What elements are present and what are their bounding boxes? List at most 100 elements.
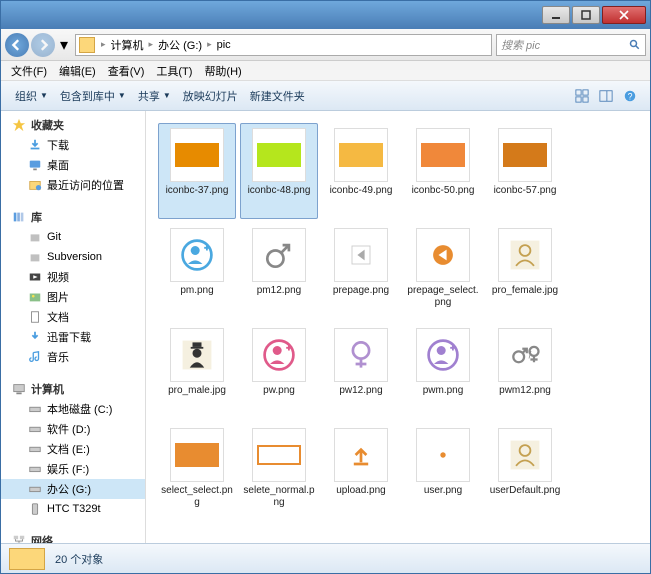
menubar: 文件(F) 编辑(E) 查看(V) 工具(T) 帮助(H) bbox=[1, 61, 650, 81]
toolbar-share[interactable]: 共享▼ bbox=[132, 88, 177, 104]
file-item[interactable]: iconbc-57.png bbox=[486, 123, 564, 219]
menu-edit[interactable]: 编辑(E) bbox=[53, 63, 102, 79]
file-thumbnail bbox=[498, 428, 552, 482]
file-item[interactable]: selete_normal.png bbox=[240, 423, 318, 519]
sidebar-favorites-header[interactable]: 收藏夹 bbox=[1, 115, 145, 135]
file-name: pw.png bbox=[263, 385, 295, 397]
sidebar-item-git[interactable]: Git bbox=[1, 227, 145, 247]
file-item[interactable]: iconbc-37.png bbox=[158, 123, 236, 219]
file-name: iconbc-37.png bbox=[166, 185, 229, 197]
file-thumbnail bbox=[252, 428, 306, 482]
sidebar-item-downloads[interactable]: 下载 bbox=[1, 135, 145, 155]
file-name: iconbc-49.png bbox=[330, 185, 393, 197]
sidebar-item-xunlei[interactable]: 迅雷下载 bbox=[1, 327, 145, 347]
file-thumbnail bbox=[334, 128, 388, 182]
breadcrumb-item[interactable]: 计算机 bbox=[109, 37, 146, 53]
minimize-button[interactable] bbox=[542, 6, 570, 24]
sidebar: 收藏夹 下载 桌面 最近访问的位置 库 Git Subversion 视频 图片… bbox=[1, 111, 146, 543]
file-thumbnail bbox=[416, 428, 470, 482]
file-name: selete_normal.png bbox=[243, 485, 315, 508]
sidebar-item-drive-e[interactable]: 文档 (E:) bbox=[1, 439, 145, 459]
file-thumbnail bbox=[170, 328, 224, 382]
breadcrumb[interactable]: ▸ 计算机 ▸ 办公 (G:) ▸ pic bbox=[75, 34, 492, 56]
nav-history-dropdown[interactable]: ▾ bbox=[57, 35, 71, 55]
file-thumbnail bbox=[334, 428, 388, 482]
file-item[interactable]: /pwm12.png bbox=[486, 323, 564, 419]
sidebar-item-pictures[interactable]: 图片 bbox=[1, 287, 145, 307]
file-name: userDefault.png bbox=[490, 485, 561, 497]
file-thumbnail bbox=[498, 228, 552, 282]
file-item[interactable]: iconbc-49.png bbox=[322, 123, 400, 219]
back-button[interactable] bbox=[5, 33, 29, 57]
view-options-button[interactable] bbox=[571, 86, 593, 106]
file-thumbnail bbox=[252, 328, 306, 382]
file-item[interactable]: pro_female.jpg bbox=[486, 223, 564, 319]
help-button[interactable]: ? bbox=[619, 86, 641, 106]
file-name: iconbc-57.png bbox=[494, 185, 557, 197]
file-item[interactable]: pw.png bbox=[240, 323, 318, 419]
sidebar-item-recent[interactable]: 最近访问的位置 bbox=[1, 175, 145, 195]
close-button[interactable] bbox=[602, 6, 646, 24]
preview-pane-button[interactable] bbox=[595, 86, 617, 106]
file-item[interactable]: prepage.png bbox=[322, 223, 400, 319]
file-item[interactable]: pm.png bbox=[158, 223, 236, 319]
file-item[interactable]: pw12.png bbox=[322, 323, 400, 419]
file-name: user.png bbox=[424, 485, 462, 497]
file-item[interactable]: iconbc-50.png bbox=[404, 123, 482, 219]
titlebar bbox=[1, 1, 650, 29]
file-name: pro_female.jpg bbox=[492, 285, 558, 297]
sidebar-item-htc[interactable]: HTC T329t bbox=[1, 499, 145, 519]
sidebar-item-drive-c[interactable]: 本地磁盘 (C:) bbox=[1, 399, 145, 419]
sidebar-item-drive-d[interactable]: 软件 (D:) bbox=[1, 419, 145, 439]
sidebar-item-desktop[interactable]: 桌面 bbox=[1, 155, 145, 175]
file-item[interactable]: prepage_select.png bbox=[404, 223, 482, 319]
sidebar-item-videos[interactable]: 视频 bbox=[1, 267, 145, 287]
sidebar-item-music[interactable]: 音乐 bbox=[1, 347, 145, 367]
file-name: pw12.png bbox=[339, 385, 382, 397]
menu-file[interactable]: 文件(F) bbox=[5, 63, 53, 79]
file-item[interactable]: upload.png bbox=[322, 423, 400, 519]
sidebar-item-drive-g[interactable]: 办公 (G:) bbox=[1, 479, 145, 499]
sidebar-computer-header[interactable]: 计算机 bbox=[1, 379, 145, 399]
file-thumbnail bbox=[170, 428, 224, 482]
menu-view[interactable]: 查看(V) bbox=[102, 63, 151, 79]
menu-help[interactable]: 帮助(H) bbox=[198, 63, 247, 79]
file-thumbnail bbox=[498, 128, 552, 182]
breadcrumb-item[interactable]: 办公 (G:) bbox=[156, 37, 204, 53]
file-name: iconbc-50.png bbox=[412, 185, 475, 197]
file-name: pm.png bbox=[180, 285, 213, 297]
file-thumbnail bbox=[170, 228, 224, 282]
toolbar-slideshow[interactable]: 放映幻灯片 bbox=[177, 88, 244, 104]
file-name: select_select.png bbox=[161, 485, 233, 508]
sidebar-item-svn[interactable]: Subversion bbox=[1, 247, 145, 267]
file-item[interactable]: pwm.png bbox=[404, 323, 482, 419]
toolbar: 组织▼ 包含到库中▼ 共享▼ 放映幻灯片 新建文件夹 ? bbox=[1, 81, 650, 111]
file-item[interactable]: userDefault.png bbox=[486, 423, 564, 519]
sidebar-network-header[interactable]: 网络 bbox=[1, 531, 145, 543]
file-name: pm12.png bbox=[257, 285, 301, 297]
folder-icon bbox=[79, 37, 95, 53]
file-item[interactable]: iconbc-48.png bbox=[240, 123, 318, 219]
svg-text:?: ? bbox=[628, 91, 633, 101]
file-item[interactable]: user.png bbox=[404, 423, 482, 519]
file-item[interactable]: pm12.png bbox=[240, 223, 318, 319]
file-thumbnail bbox=[252, 228, 306, 282]
sidebar-item-documents[interactable]: 文档 bbox=[1, 307, 145, 327]
sidebar-libraries-header[interactable]: 库 bbox=[1, 207, 145, 227]
file-grid[interactable]: iconbc-37.png iconbc-48.png iconbc-49.png i… bbox=[146, 111, 650, 543]
maximize-button[interactable] bbox=[572, 6, 600, 24]
search-input[interactable]: 搜索 pic bbox=[496, 34, 646, 56]
breadcrumb-item[interactable]: pic bbox=[215, 39, 233, 51]
sidebar-item-drive-f[interactable]: 娱乐 (F:) bbox=[1, 459, 145, 479]
toolbar-include[interactable]: 包含到库中▼ bbox=[54, 88, 132, 104]
toolbar-newfolder[interactable]: 新建文件夹 bbox=[244, 88, 311, 104]
file-thumbnail bbox=[334, 328, 388, 382]
file-name: prepage.png bbox=[333, 285, 389, 297]
forward-button[interactable] bbox=[31, 33, 55, 57]
file-thumbnail bbox=[416, 328, 470, 382]
menu-tools[interactable]: 工具(T) bbox=[150, 63, 198, 79]
file-item[interactable]: pro_male.jpg bbox=[158, 323, 236, 419]
file-name: pwm12.png bbox=[499, 385, 551, 397]
toolbar-organize[interactable]: 组织▼ bbox=[9, 88, 54, 104]
file-item[interactable]: select_select.png bbox=[158, 423, 236, 519]
